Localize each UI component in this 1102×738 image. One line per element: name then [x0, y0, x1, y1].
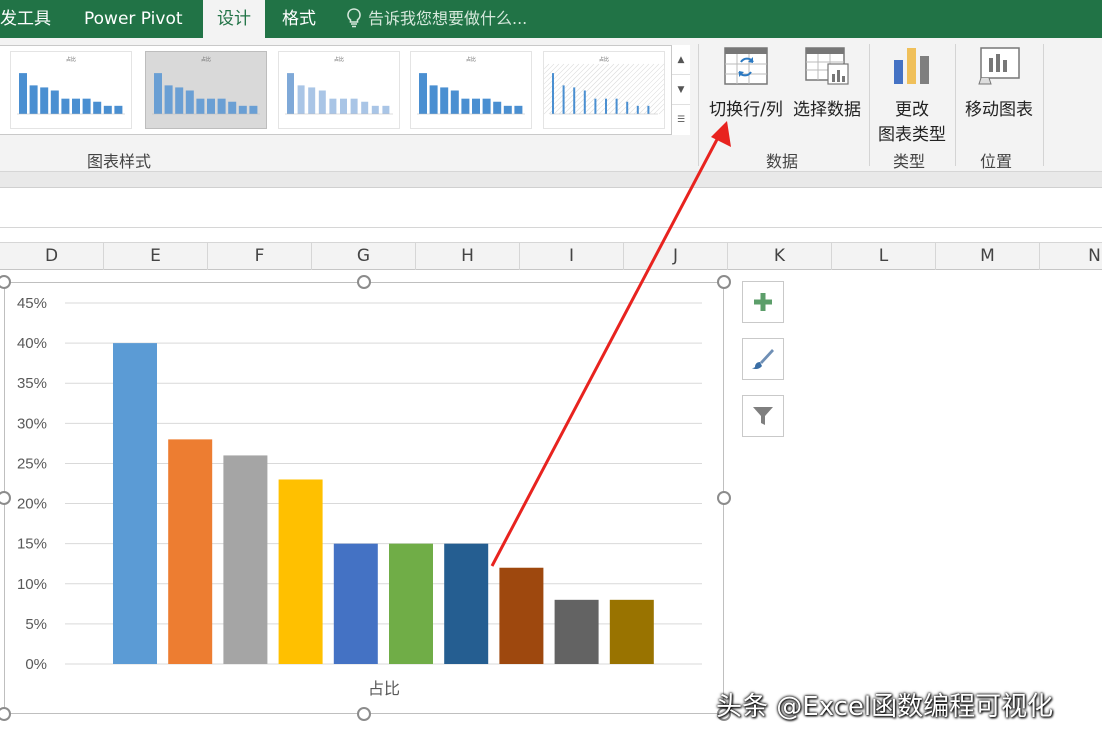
annotation-arrow-line — [490, 129, 724, 567]
annotation-arrow — [490, 121, 731, 567]
watermark: 头条 @Excel函数编程可视化 — [716, 692, 1054, 722]
